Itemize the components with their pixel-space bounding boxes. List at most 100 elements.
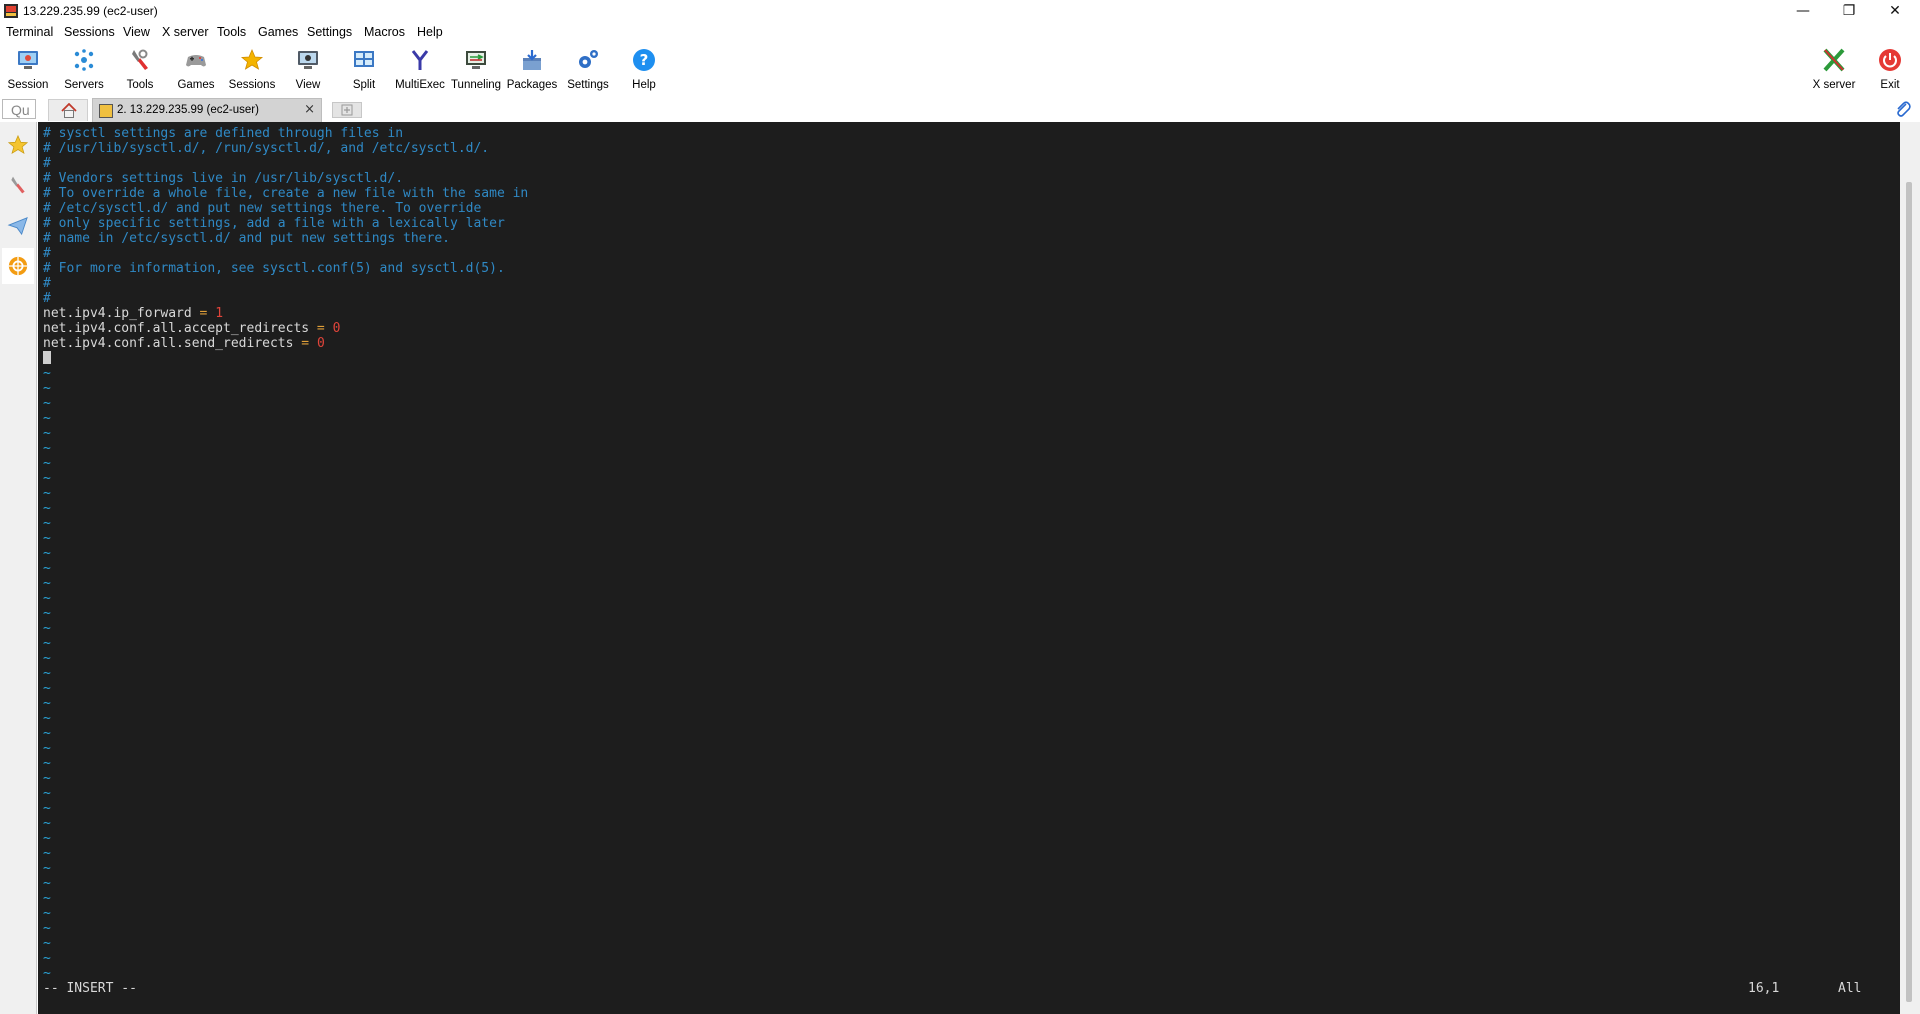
menu-view[interactable]: View [123,25,150,39]
split-label: Split [352,79,376,91]
empty-line-tilde: ~ [43,366,51,381]
close-tab-icon[interactable]: × [304,102,315,117]
session-button[interactable]: Session [2,44,54,92]
menu-terminal[interactable]: Terminal [6,25,53,39]
tools-button[interactable]: Tools [114,44,166,92]
svg-text:?: ? [640,51,649,69]
empty-line-tilde: ~ [43,801,51,816]
home-icon [61,103,77,118]
empty-line-tilde: ~ [43,966,51,981]
tab-bar: Qu 2. 13.229.235.99 (ec2-user) × [0,97,1920,122]
x-server-label: X server [1812,79,1856,91]
setting-operator: = [293,336,317,351]
comment-line: # sysctl settings are defined through fi… [43,126,404,141]
servers-label: Servers [64,79,104,91]
packages-icon [523,50,541,70]
menu-x-server[interactable]: X server [162,25,209,39]
empty-line-tilde: ~ [43,636,51,651]
empty-line-tilde: ~ [43,441,51,456]
help-button[interactable]: ? Help [618,44,670,92]
favorites-star-icon [7,134,29,155]
games-icon [186,55,206,67]
scrollbar-thumb[interactable] [1906,182,1912,1002]
menu-tools[interactable]: Tools [217,25,246,39]
empty-line-tilde: ~ [43,576,51,591]
help-label: Help [632,79,656,91]
x-server-button[interactable]: X server [1808,44,1860,92]
menu-help[interactable]: Help [417,25,443,39]
menu-macros[interactable]: Macros [364,25,405,39]
minimize-button[interactable]: — [1780,0,1826,22]
multiexec-button[interactable]: MultiExec [394,44,446,92]
empty-line-tilde: ~ [43,516,51,531]
setting-value: 0 [332,321,341,336]
split-button[interactable]: Split [338,44,390,92]
empty-line-tilde: ~ [43,381,51,396]
sidebar-sftp-button[interactable] [2,208,34,244]
tools-icon [11,176,25,194]
quick-connect-input[interactable]: Qu [2,99,36,119]
servers-button[interactable]: Servers [58,44,110,92]
menu-sessions[interactable]: Sessions [64,25,115,39]
games-label: Games [177,79,215,91]
settings-button[interactable]: Settings [562,44,614,92]
paperclip-icon[interactable] [1894,100,1912,118]
session-tab-label: 2. 13.229.235.99 (ec2-user) [117,104,259,116]
sidebar-sessions-button[interactable] [2,128,34,164]
main-toolbar: Session Servers Tools Games Sessions Vie… [0,42,1920,94]
view-button[interactable]: View [282,44,334,92]
plus-icon [341,104,353,116]
empty-line-tilde: ~ [43,741,51,756]
sidebar-tools-button[interactable] [2,168,34,204]
empty-line-tilde: ~ [43,666,51,681]
setting-operator: = [309,321,333,336]
empty-line-tilde: ~ [43,876,51,891]
session-icon [18,51,38,69]
empty-line-tilde: ~ [43,921,51,936]
session-tab[interactable]: 2. 13.229.235.99 (ec2-user) × [92,98,322,122]
cursor-line [43,351,51,366]
setting-value: 0 [316,336,325,351]
exit-button[interactable]: Exit [1864,44,1916,92]
home-tab[interactable] [48,99,88,121]
setting-key: net.ipv4.ip_forward [43,306,192,321]
session-label: Session [7,79,49,91]
terminal-scrollbar[interactable] [1900,122,1920,1014]
restore-button[interactable]: ❐ [1826,0,1872,22]
window-title: 13.229.235.99 (ec2-user) [23,4,158,18]
sessions-button[interactable]: Sessions [226,44,278,92]
setting-key: net.ipv4.conf.all.accept_redirects [43,321,310,336]
games-button[interactable]: Games [170,44,222,92]
empty-line-tilde: ~ [43,621,51,636]
tunneling-icon [466,51,486,69]
empty-line-tilde: ~ [43,726,51,741]
setting-value: 1 [215,306,224,321]
help-icon: ? [633,49,655,71]
tunneling-button[interactable]: Tunneling [450,44,502,92]
comment-line: # /usr/lib/sysctl.d/, /run/sysctl.d/, an… [43,141,490,156]
empty-line-tilde: ~ [43,816,51,831]
comment-line: # only specific settings, add a file wit… [43,216,505,231]
empty-line-tilde: ~ [43,426,51,441]
menu-games[interactable]: Games [258,25,298,39]
vim-mode-indicator: -- INSERT -- [43,981,137,996]
sidebar-macros-button[interactable] [2,248,34,284]
exit-label: Exit [1880,79,1900,91]
packages-button[interactable]: Packages [506,44,558,92]
left-sidebar [0,122,37,1014]
menu-settings[interactable]: Settings [307,25,352,39]
packages-label: Packages [506,79,558,91]
servers-icon [74,49,94,71]
empty-line-tilde: ~ [43,681,51,696]
settings-icon [579,50,598,68]
terminal-screen[interactable]: # sysctl settings are defined through fi… [38,122,1900,1014]
empty-line-tilde: ~ [43,651,51,666]
text-cursor [43,351,51,364]
terminal-tab-icon [99,104,113,118]
setting-line-accept-redirects: net.ipv4.conf.all.accept_redirects = 0 [43,321,340,336]
empty-line-tilde: ~ [43,831,51,846]
empty-line-tilde: ~ [43,606,51,621]
new-tab-button[interactable] [332,102,362,118]
close-window-button[interactable]: ✕ [1872,0,1918,22]
comment-line: # [43,246,51,261]
